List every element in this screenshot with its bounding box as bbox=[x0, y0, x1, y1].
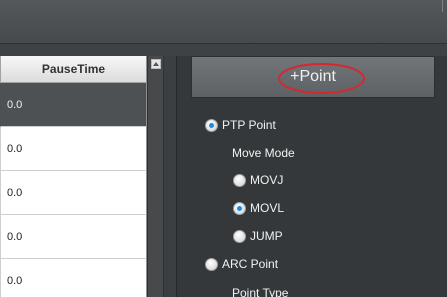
table-row[interactable]: 0.0 bbox=[0, 171, 146, 215]
arc-point-radio[interactable]: ARC Point bbox=[205, 257, 278, 271]
table-row[interactable]: 0.0 bbox=[0, 215, 146, 259]
move-mode-label: Move Mode bbox=[232, 146, 295, 160]
app-window: PauseTime 0.0 0.0 0.0 0.0 0.0 +Point PTP… bbox=[0, 0, 447, 297]
ptp-point-label: PTP Point bbox=[222, 118, 276, 132]
splitter[interactable] bbox=[164, 56, 176, 297]
table-row[interactable]: 0.0 bbox=[0, 127, 146, 171]
radio-unselected-icon bbox=[233, 173, 246, 187]
table-row[interactable]: 0.0 bbox=[0, 259, 146, 297]
ptp-point-radio[interactable]: PTP Point bbox=[205, 118, 276, 132]
movl-label: MOVL bbox=[250, 201, 285, 215]
top-toolbar bbox=[0, 0, 447, 44]
points-table: PauseTime 0.0 0.0 0.0 0.0 0.0 bbox=[0, 56, 147, 297]
table-row[interactable]: 0.0 bbox=[0, 83, 146, 127]
movj-radio[interactable]: MOVJ bbox=[233, 173, 283, 187]
column-header-pausetime[interactable]: PauseTime bbox=[0, 56, 146, 83]
point-settings-panel: +Point PTP Point Move Mode MOVJ MOVL JUM… bbox=[176, 56, 447, 297]
arc-point-label: ARC Point bbox=[222, 257, 279, 271]
scroll-up-arrow-icon[interactable] bbox=[151, 59, 161, 69]
radio-unselected-icon bbox=[233, 229, 246, 243]
movj-label: MOVJ bbox=[250, 173, 284, 187]
add-point-button[interactable]: +Point bbox=[191, 56, 435, 98]
toolbar-separator bbox=[0, 44, 447, 56]
table-scrollbar[interactable] bbox=[147, 56, 164, 297]
radio-unselected-icon bbox=[205, 257, 218, 271]
radio-selected-icon bbox=[205, 118, 218, 132]
jump-radio[interactable]: JUMP bbox=[233, 229, 283, 243]
toolbar-grip bbox=[442, 0, 445, 12]
movl-radio[interactable]: MOVL bbox=[233, 201, 284, 215]
radio-selected-icon bbox=[233, 201, 246, 215]
jump-label: JUMP bbox=[250, 229, 283, 243]
point-type-label: Point Type bbox=[232, 286, 289, 297]
